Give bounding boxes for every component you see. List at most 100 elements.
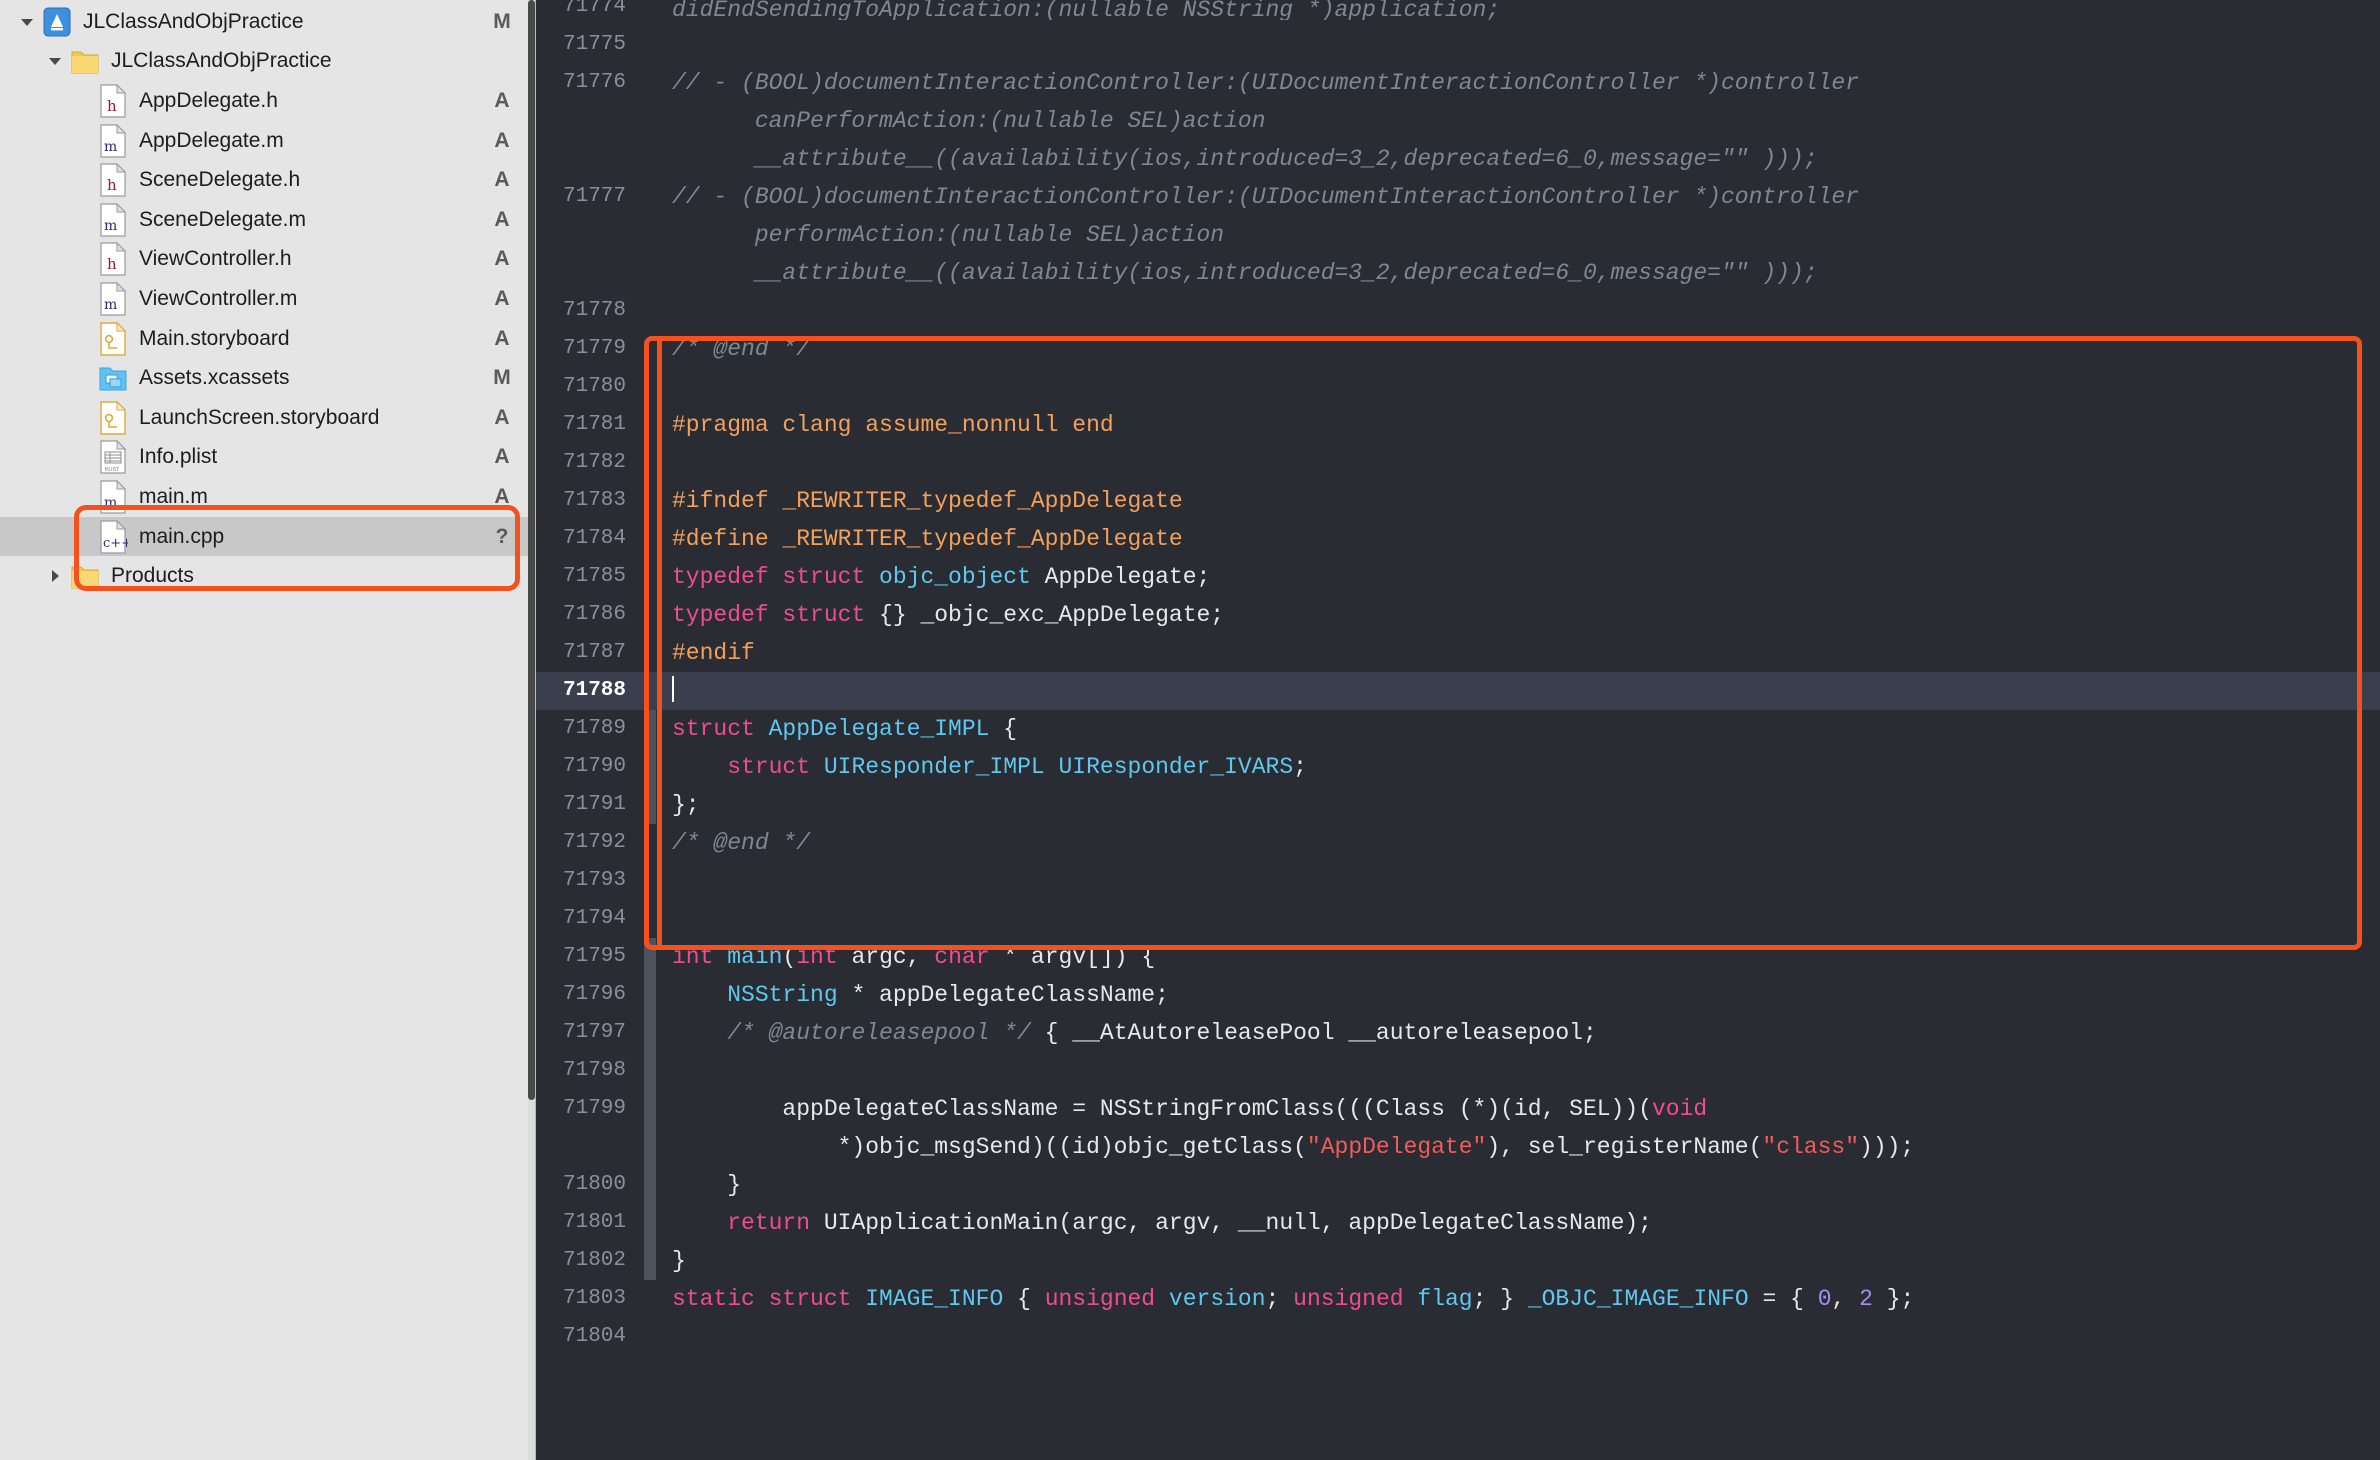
code-line[interactable]: 71783 #ifndef _REWRITER_typedef_AppDelega… xyxy=(536,482,2380,520)
code-line[interactable]: 71790 struct UIResponder_IMPL UIResponde… xyxy=(536,748,2380,786)
code-text[interactable] xyxy=(656,444,2380,482)
file-tree-row[interactable]: h AppDelegate.h A xyxy=(0,81,535,121)
code-fold-ribbon[interactable] xyxy=(644,368,656,406)
file-tree-row[interactable]: Assets.xcassets M xyxy=(0,358,535,398)
code-fold-ribbon[interactable] xyxy=(644,672,656,710)
file-tree[interactable]: JLClassAndObjPractice M JLClassAndObjPract… xyxy=(0,2,535,596)
disclosure-triangle-icon[interactable] xyxy=(42,568,68,584)
code-text[interactable]: typedef struct objc_object AppDelegate; xyxy=(656,558,2380,596)
code-text[interactable] xyxy=(656,1318,2380,1356)
file-tree-row[interactable]: m ViewController.m A xyxy=(0,279,535,319)
code-line[interactable]: 71779 /* @end */ xyxy=(536,330,2380,368)
code-line[interactable]: 71800 } xyxy=(536,1166,2380,1204)
code-text[interactable]: struct UIResponder_IMPL UIResponder_IVAR… xyxy=(656,748,2380,786)
code-text[interactable]: #pragma clang assume_nonnull end xyxy=(656,406,2380,444)
code-text[interactable]: return UIApplicationMain(argc, argv, __n… xyxy=(656,1204,2380,1242)
code-fold-ribbon[interactable] xyxy=(644,976,656,1014)
code-text[interactable]: __attribute__((availability(ios,introduc… xyxy=(656,140,2380,178)
file-tree-row[interactable]: LaunchScreen.storyboard A xyxy=(0,398,535,438)
code-line[interactable]: performAction:(nullable SEL)action xyxy=(536,216,2380,254)
code-fold-ribbon[interactable] xyxy=(644,1318,656,1356)
code-line[interactable]: 71780 xyxy=(536,368,2380,406)
code-fold-ribbon[interactable] xyxy=(644,786,656,824)
file-tree-row[interactable]: JLClassAndObjPractice xyxy=(0,42,535,82)
code-line[interactable]: 71786 typedef struct {} _objc_exc_AppDele… xyxy=(536,596,2380,634)
code-line[interactable]: __attribute__((availability(ios,introduc… xyxy=(536,140,2380,178)
code-text[interactable]: *)objc_msgSend)((id)objc_getClass("AppDe… xyxy=(656,1128,2380,1166)
file-tree-row[interactable]: m SceneDelegate.m A xyxy=(0,200,535,240)
file-tree-row[interactable]: h SceneDelegate.h A xyxy=(0,160,535,200)
source-code-editor[interactable]: didEndSendingToApplication:(nullable NSS… xyxy=(536,0,2380,1460)
code-text[interactable] xyxy=(656,368,2380,406)
code-text[interactable] xyxy=(656,26,2380,64)
code-text[interactable]: NSString * appDelegateClassName; xyxy=(656,976,2380,1014)
code-line[interactable]: *)objc_msgSend)((id)objc_getClass("AppDe… xyxy=(536,1128,2380,1166)
code-line[interactable]: 71777 // - (BOOL)documentInteractionContr… xyxy=(536,178,2380,216)
code-line[interactable]: 71793 xyxy=(536,862,2380,900)
code-line[interactable]: 71778 xyxy=(536,292,2380,330)
code-text[interactable]: } xyxy=(656,1166,2380,1204)
code-text[interactable]: } xyxy=(656,1242,2380,1280)
code-line[interactable]: 71791}; xyxy=(536,786,2380,824)
code-fold-ribbon[interactable] xyxy=(644,710,656,748)
code-line[interactable]: __attribute__((availability(ios,introduc… xyxy=(536,254,2380,292)
code-fold-ribbon[interactable] xyxy=(644,178,656,216)
code-fold-ribbon[interactable] xyxy=(644,444,656,482)
code-fold-ribbon[interactable] xyxy=(644,1242,656,1280)
file-tree-row[interactable]: PLIST Info.plist A xyxy=(0,438,535,478)
code-fold-ribbon[interactable] xyxy=(644,938,656,976)
code-fold-ribbon[interactable] xyxy=(644,1280,656,1318)
code-fold-ribbon[interactable] xyxy=(644,558,656,596)
code-text[interactable]: typedef struct {} _objc_exc_AppDelegate; xyxy=(656,596,2380,634)
code-line[interactable]: 71802} xyxy=(536,1242,2380,1280)
project-navigator[interactable]: JLClassAndObjPractice M JLClassAndObjPract… xyxy=(0,0,536,1460)
code-fold-ribbon[interactable] xyxy=(644,254,656,292)
file-tree-row[interactable]: Products xyxy=(0,556,535,596)
code-fold-ribbon[interactable] xyxy=(644,406,656,444)
code-text[interactable] xyxy=(656,292,2380,330)
code-fold-ribbon[interactable] xyxy=(644,140,656,178)
code-text[interactable]: struct AppDelegate_IMPL { xyxy=(656,710,2380,748)
code-text[interactable]: static struct IMAGE_INFO { unsigned vers… xyxy=(656,1280,2380,1318)
code-line[interactable]: 71798 xyxy=(536,1052,2380,1090)
code-fold-ribbon[interactable] xyxy=(644,1052,656,1090)
disclosure-triangle-icon[interactable] xyxy=(14,14,40,30)
code-text[interactable] xyxy=(656,1052,2380,1090)
code-line[interactable]: 71796 NSString * appDelegateClassName; xyxy=(536,976,2380,1014)
code-fold-ribbon[interactable] xyxy=(644,520,656,558)
code-fold-ribbon[interactable] xyxy=(644,596,656,634)
file-tree-row[interactable]: h ViewController.h A xyxy=(0,240,535,280)
code-line[interactable]: 71804 xyxy=(536,1318,2380,1356)
current-code-line[interactable]: 71788 xyxy=(536,672,2380,710)
code-line[interactable]: 71801 return UIApplicationMain(argc, arg… xyxy=(536,1204,2380,1242)
code-fold-ribbon[interactable] xyxy=(644,824,656,862)
code-line[interactable]: 71799 appDelegateClassName = NSStringFro… xyxy=(536,1090,2380,1128)
code-line[interactable]: canPerformAction:(nullable SEL)action xyxy=(536,102,2380,140)
file-tree-row[interactable]: Main.storyboard A xyxy=(0,319,535,359)
code-text[interactable]: #ifndef _REWRITER_typedef_AppDelegate xyxy=(656,482,2380,520)
code-fold-ribbon[interactable] xyxy=(644,216,656,254)
code-line[interactable]: 71782 xyxy=(536,444,2380,482)
code-fold-ribbon[interactable] xyxy=(644,634,656,672)
code-text[interactable]: canPerformAction:(nullable SEL)action xyxy=(656,102,2380,140)
disclosure-triangle-icon[interactable] xyxy=(42,53,68,69)
code-line[interactable]: 71787 #endif xyxy=(536,634,2380,672)
code-fold-ribbon[interactable] xyxy=(644,1090,656,1128)
code-fold-ribbon[interactable] xyxy=(644,1128,656,1166)
code-text[interactable]: performAction:(nullable SEL)action xyxy=(656,216,2380,254)
code-text[interactable]: __attribute__((availability(ios,introduc… xyxy=(656,254,2380,292)
file-tree-row[interactable]: m main.m A xyxy=(0,477,535,517)
file-tree-row[interactable]: m AppDelegate.m A xyxy=(0,121,535,161)
code-fold-ribbon[interactable] xyxy=(644,748,656,786)
code-text[interactable]: /* @end */ xyxy=(656,330,2380,368)
navigator-scrollbar-thumb[interactable] xyxy=(528,0,535,1100)
code-fold-ribbon[interactable] xyxy=(644,862,656,900)
code-fold-ribbon[interactable] xyxy=(644,900,656,938)
code-text[interactable]: #endif xyxy=(656,634,2380,672)
code-fold-ribbon[interactable] xyxy=(644,1014,656,1052)
code-line[interactable]: 71775 xyxy=(536,26,2380,64)
code-text[interactable]: // - (BOOL)documentInteractionController… xyxy=(656,178,2380,216)
code-line[interactable]: 71797 /* @autoreleasepool */ { __AtAutor… xyxy=(536,1014,2380,1052)
code-line[interactable]: 71785 typedef struct objc_object AppDeleg… xyxy=(536,558,2380,596)
code-text[interactable]: appDelegateClassName = NSStringFromClass… xyxy=(656,1090,2380,1128)
